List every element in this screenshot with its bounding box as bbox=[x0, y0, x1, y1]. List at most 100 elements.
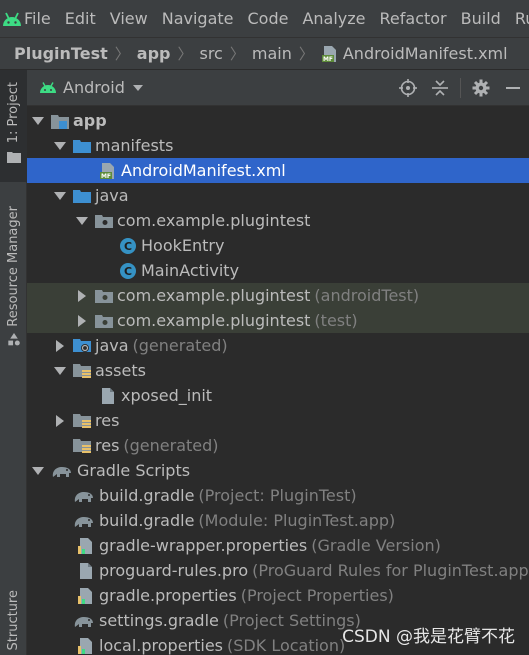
tree-label: settings.gradle bbox=[99, 611, 219, 630]
android-studio-logo-icon bbox=[0, 0, 24, 38]
menu-build[interactable]: Build bbox=[461, 9, 501, 28]
expanded-arrow-icon[interactable] bbox=[31, 114, 45, 128]
tree-label: java bbox=[95, 186, 129, 205]
tree-node-package-androidtest[interactable]: com.example.plugintest (androidTest) bbox=[27, 283, 529, 308]
tree-hint: (Gradle Version) bbox=[311, 536, 441, 555]
tree-label: com.example.plugintest bbox=[117, 311, 311, 330]
tree-node-gradle-properties[interactable]: gradle.properties (Project Properties) bbox=[27, 583, 529, 608]
tree-node-mainactivity[interactable]: C MainActivity bbox=[27, 258, 529, 283]
collapsed-arrow-icon[interactable] bbox=[75, 289, 89, 303]
package-icon bbox=[95, 312, 113, 330]
project-tree: app manifests MF AndroidManifest.xml jav… bbox=[27, 106, 529, 655]
properties-file-icon bbox=[77, 537, 95, 555]
collapse-all-icon[interactable] bbox=[424, 70, 456, 106]
class-icon: C bbox=[119, 237, 137, 255]
breadcrumb: PluginTest 〉 app 〉 src 〉 main 〉 MF Andro… bbox=[0, 38, 529, 70]
collapsed-arrow-icon[interactable] bbox=[53, 339, 67, 353]
tree-label: app bbox=[73, 111, 107, 130]
resources-folder-icon bbox=[73, 362, 91, 380]
resource-manager-tool-tab[interactable]: Resource Manager bbox=[0, 206, 27, 346]
breadcrumb-src[interactable]: src bbox=[199, 44, 222, 63]
tree-hint: (androidTest) bbox=[314, 286, 420, 305]
structure-tab-label: Structure bbox=[6, 590, 21, 651]
resource-manager-tab-label: Resource Manager bbox=[6, 206, 21, 327]
expanded-arrow-icon[interactable] bbox=[31, 464, 45, 478]
tree-hint: (test) bbox=[314, 311, 358, 330]
breadcrumb-project[interactable]: PluginTest bbox=[14, 44, 108, 63]
tree-node-java[interactable]: java bbox=[27, 183, 529, 208]
svg-text:C: C bbox=[124, 265, 132, 278]
expanded-arrow-icon[interactable] bbox=[75, 214, 89, 228]
breadcrumb-file[interactable]: AndroidManifest.xml bbox=[343, 44, 508, 63]
watermark: CSDN @我是花臂不花 bbox=[342, 627, 515, 647]
tree-node-proguard[interactable]: proguard-rules.pro (ProGuard Rules for P… bbox=[27, 558, 529, 583]
left-tool-strip: 1: Project Resource Manager Structure bbox=[0, 70, 27, 655]
resources-folder-icon bbox=[73, 437, 91, 455]
manifest-file-icon: MF bbox=[321, 45, 339, 63]
locate-target-icon[interactable] bbox=[392, 70, 424, 106]
properties-file-icon bbox=[77, 587, 95, 605]
gear-icon[interactable] bbox=[465, 70, 497, 106]
chevron-down-icon[interactable] bbox=[132, 84, 143, 91]
svg-text:MF: MF bbox=[101, 173, 111, 180]
tree-label: gradle-wrapper.properties bbox=[99, 536, 308, 555]
collapsed-arrow-icon[interactable] bbox=[75, 314, 89, 328]
tree-node-android-manifest[interactable]: MF AndroidManifest.xml bbox=[27, 158, 529, 183]
expanded-arrow-icon[interactable] bbox=[53, 139, 67, 153]
breadcrumb-separator-icon: 〉 bbox=[177, 45, 193, 63]
tree-hint: (Project Settings) bbox=[222, 611, 361, 630]
tree-label: proguard-rules.pro bbox=[99, 561, 249, 580]
tree-label: res bbox=[95, 411, 120, 430]
android-icon bbox=[40, 81, 56, 93]
menu-code[interactable]: Code bbox=[248, 9, 289, 28]
svg-text:MF: MF bbox=[323, 56, 333, 63]
menu-analyze[interactable]: Analyze bbox=[302, 9, 365, 28]
menu-edit[interactable]: Edit bbox=[65, 9, 96, 28]
breadcrumb-main[interactable]: main bbox=[252, 44, 292, 63]
tree-label: gradle.properties bbox=[99, 586, 237, 605]
tree-node-assets[interactable]: assets bbox=[27, 358, 529, 383]
menu-bar: File Edit View Navigate Code Analyze Ref… bbox=[0, 0, 529, 38]
tree-node-manifests[interactable]: manifests bbox=[27, 133, 529, 158]
tree-node-java-generated[interactable]: java (generated) bbox=[27, 333, 529, 358]
tree-node-xposed-init[interactable]: xposed_init bbox=[27, 383, 529, 408]
menu-navigate[interactable]: Navigate bbox=[162, 9, 234, 28]
breadcrumb-separator-icon: 〉 bbox=[114, 45, 130, 63]
menu-run[interactable]: Ru bbox=[515, 9, 529, 28]
structure-tool-tab[interactable]: Structure bbox=[0, 590, 27, 655]
tree-node-gradle-wrapper[interactable]: gradle-wrapper.properties (Gradle Versio… bbox=[27, 533, 529, 558]
class-icon: C bbox=[119, 262, 137, 280]
header-divider bbox=[460, 78, 461, 98]
breadcrumb-module[interactable]: app bbox=[137, 44, 171, 63]
folder-icon bbox=[6, 152, 21, 164]
collapsed-arrow-icon[interactable] bbox=[53, 414, 67, 428]
tree-label: java bbox=[95, 336, 129, 355]
generated-folder-icon bbox=[73, 337, 91, 355]
folder-icon bbox=[73, 137, 91, 155]
tree-node-package-main[interactable]: com.example.plugintest bbox=[27, 208, 529, 233]
tree-hint: (generated) bbox=[132, 336, 228, 355]
hide-panel-icon[interactable] bbox=[497, 70, 529, 106]
tree-label: AndroidManifest.xml bbox=[121, 161, 286, 180]
tree-label: xposed_init bbox=[121, 386, 213, 405]
tree-label: manifests bbox=[95, 136, 174, 155]
menu-refactor[interactable]: Refactor bbox=[380, 9, 447, 28]
tree-node-res[interactable]: res bbox=[27, 408, 529, 433]
project-tool-tab[interactable]: 1: Project bbox=[0, 70, 27, 182]
tree-node-hookentry[interactable]: C HookEntry bbox=[27, 233, 529, 258]
view-mode-selector[interactable]: Android bbox=[63, 78, 125, 97]
tree-node-app[interactable]: app bbox=[27, 108, 529, 133]
expanded-arrow-icon[interactable] bbox=[53, 364, 67, 378]
menu-file[interactable]: File bbox=[24, 9, 51, 28]
tree-node-build-gradle-module[interactable]: build.gradle (Module: PluginTest.app) bbox=[27, 508, 529, 533]
tree-node-res-generated[interactable]: res (generated) bbox=[27, 433, 529, 458]
text-file-icon bbox=[77, 562, 95, 580]
tree-hint: (Project Properties) bbox=[240, 586, 394, 605]
menu-view[interactable]: View bbox=[110, 9, 148, 28]
gradle-elephant-icon bbox=[73, 487, 95, 505]
manifest-file-icon: MF bbox=[99, 162, 117, 180]
expanded-arrow-icon[interactable] bbox=[53, 189, 67, 203]
tree-node-gradle-scripts[interactable]: Gradle Scripts bbox=[27, 458, 529, 483]
tree-node-build-gradle-project[interactable]: build.gradle (Project: PluginTest) bbox=[27, 483, 529, 508]
tree-node-package-test[interactable]: com.example.plugintest (test) bbox=[27, 308, 529, 333]
